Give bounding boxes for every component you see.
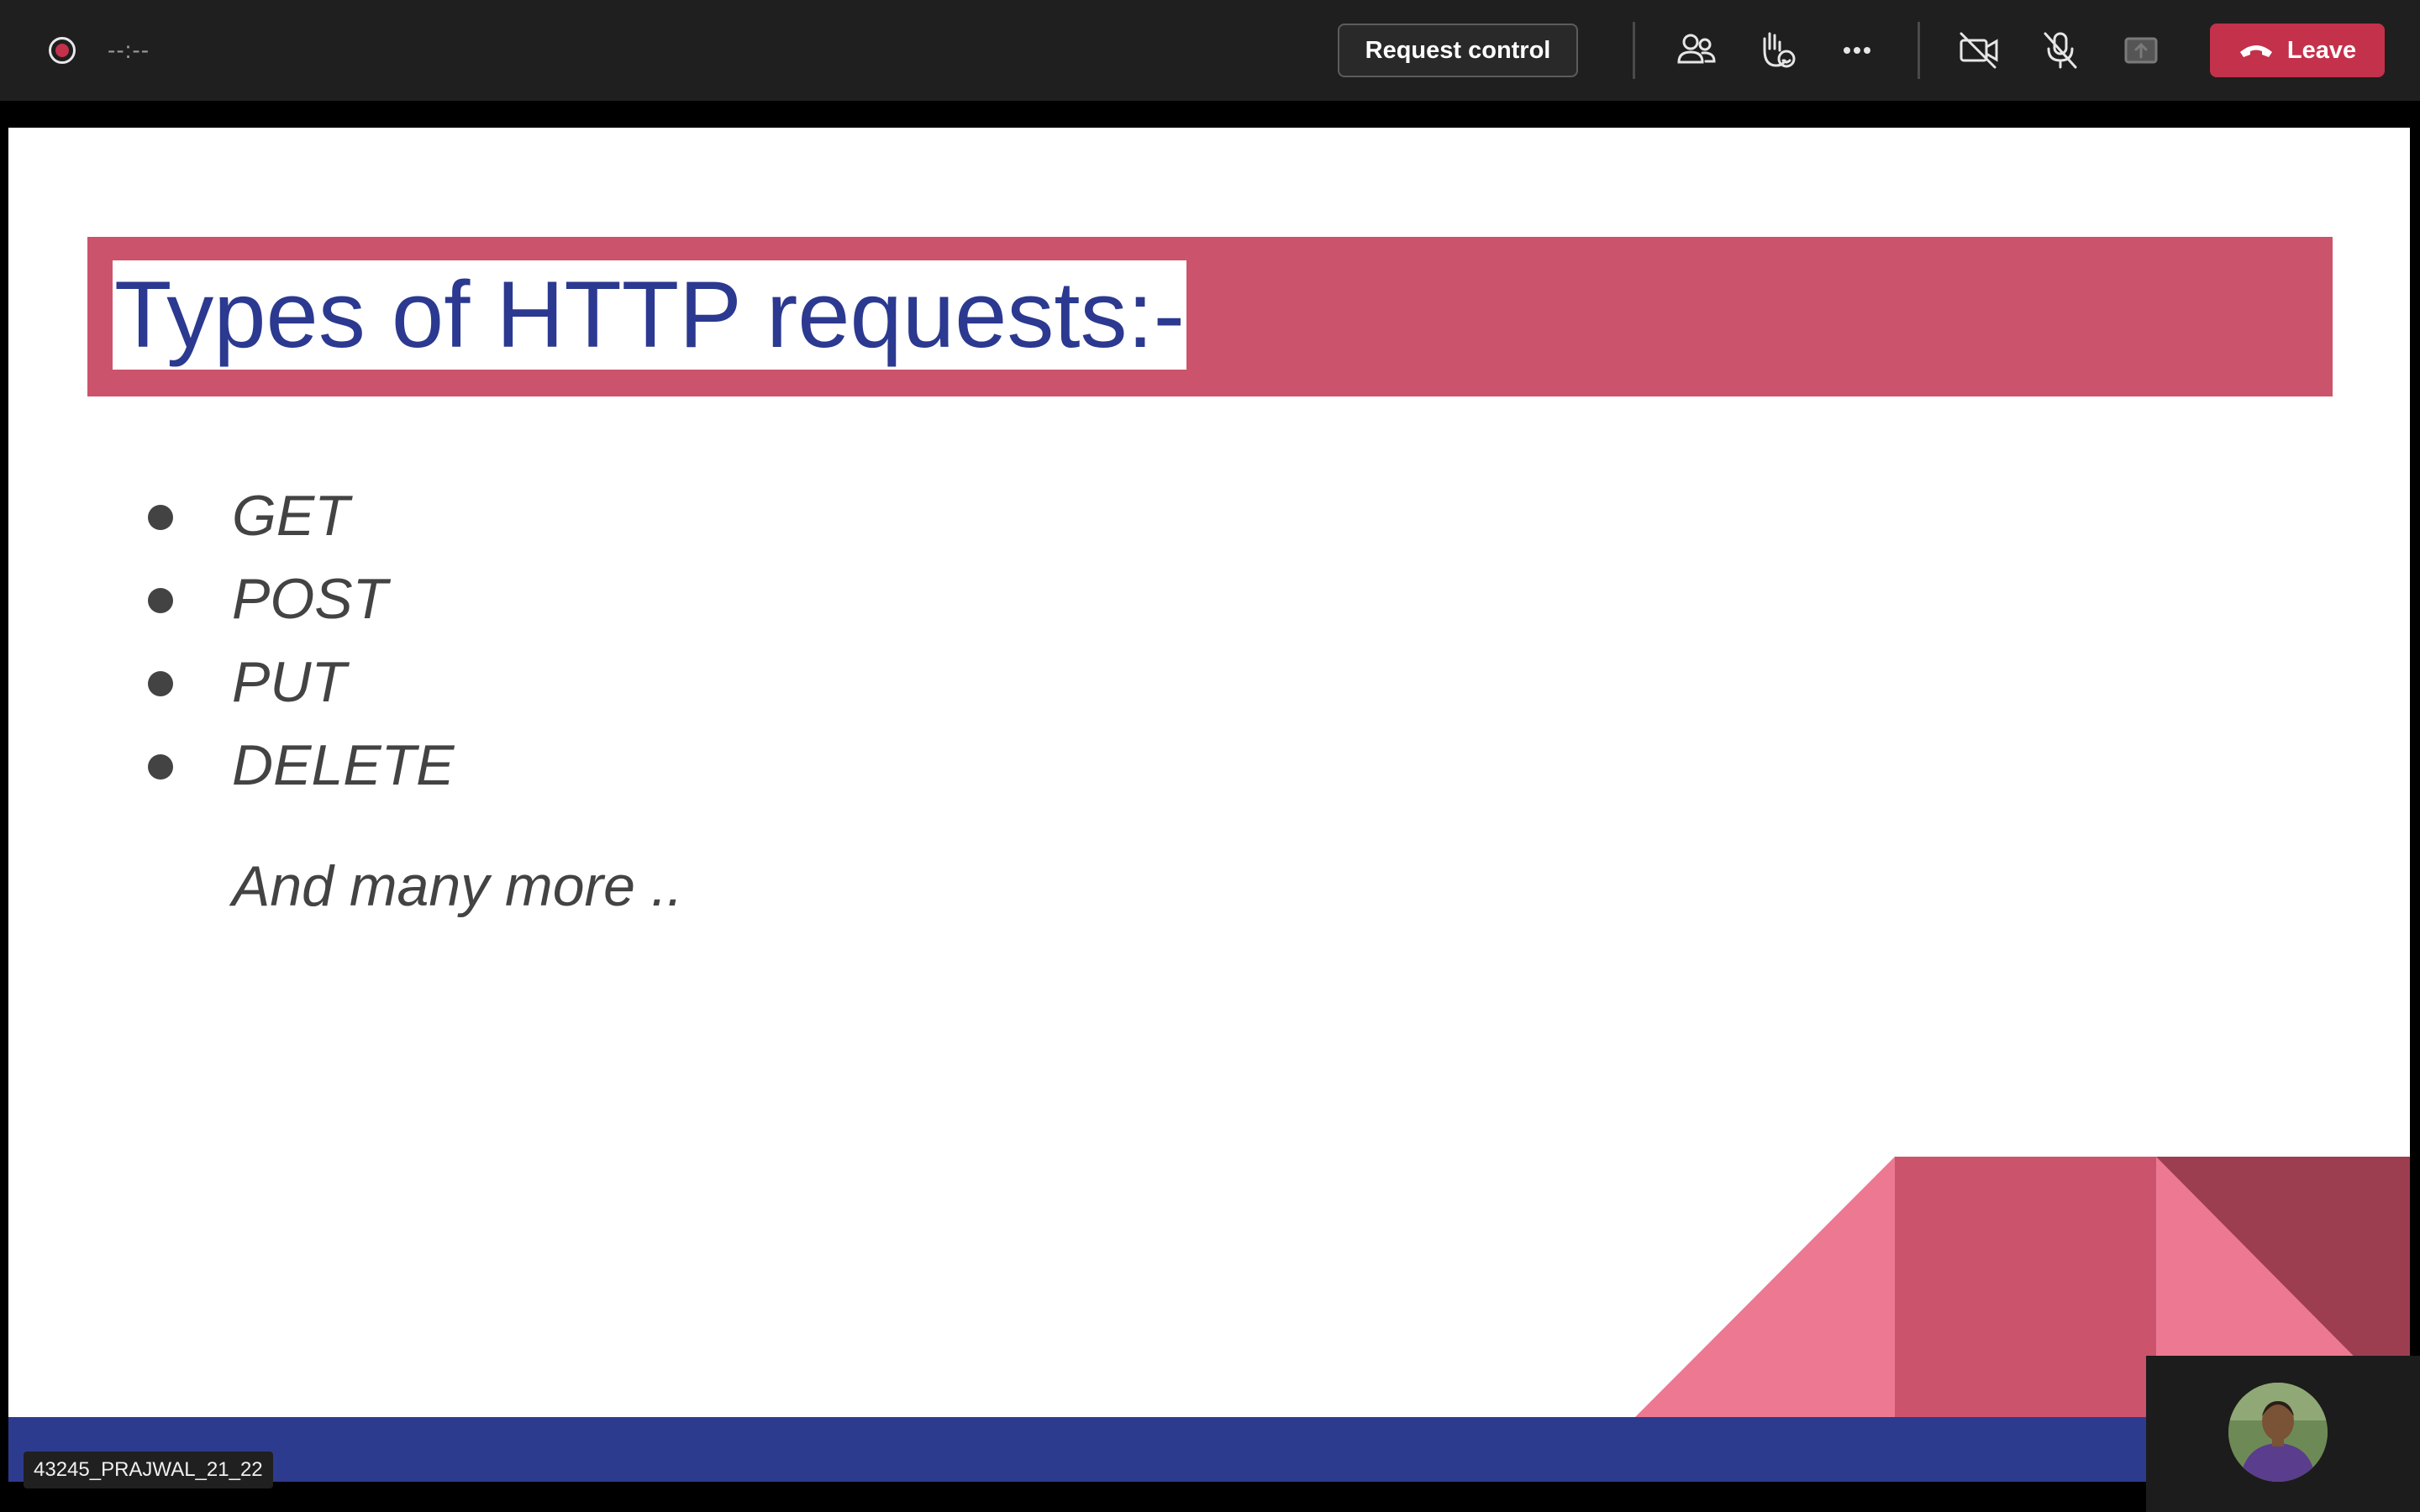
people-icon[interactable] (1670, 25, 1721, 76)
phone-icon (2239, 45, 2272, 57)
record-icon (49, 37, 76, 64)
shared-slide: Types of HTTP requests:- GET POST PUT DE… (8, 128, 2410, 1482)
share-icon[interactable] (2116, 25, 2166, 76)
call-timer: --:-- (108, 37, 150, 63)
toolbar-divider (1918, 22, 1920, 79)
share-frame-bar (8, 109, 2410, 128)
meeting-toolbar: --:-- Request control Leave (0, 0, 2420, 101)
leave-button[interactable]: Leave (2210, 24, 2385, 77)
raise-hand-icon[interactable] (1751, 25, 1802, 76)
request-control-button[interactable]: Request control (1338, 24, 1578, 77)
toolbar-divider (1633, 22, 1635, 79)
leave-label: Leave (2286, 36, 2357, 64)
mic-off-icon[interactable] (2035, 25, 2086, 76)
self-video-tile[interactable] (2146, 1356, 2420, 1512)
slide-corner-decoration (1635, 1157, 2410, 1417)
camera-off-icon[interactable] (1954, 25, 2005, 76)
slide-bottom-band (8, 1417, 2410, 1482)
avatar (2228, 1383, 2328, 1482)
more-icon[interactable] (1832, 25, 1882, 76)
participant-name-tag: 43245_PRAJWAL_21_22 (24, 1452, 273, 1488)
